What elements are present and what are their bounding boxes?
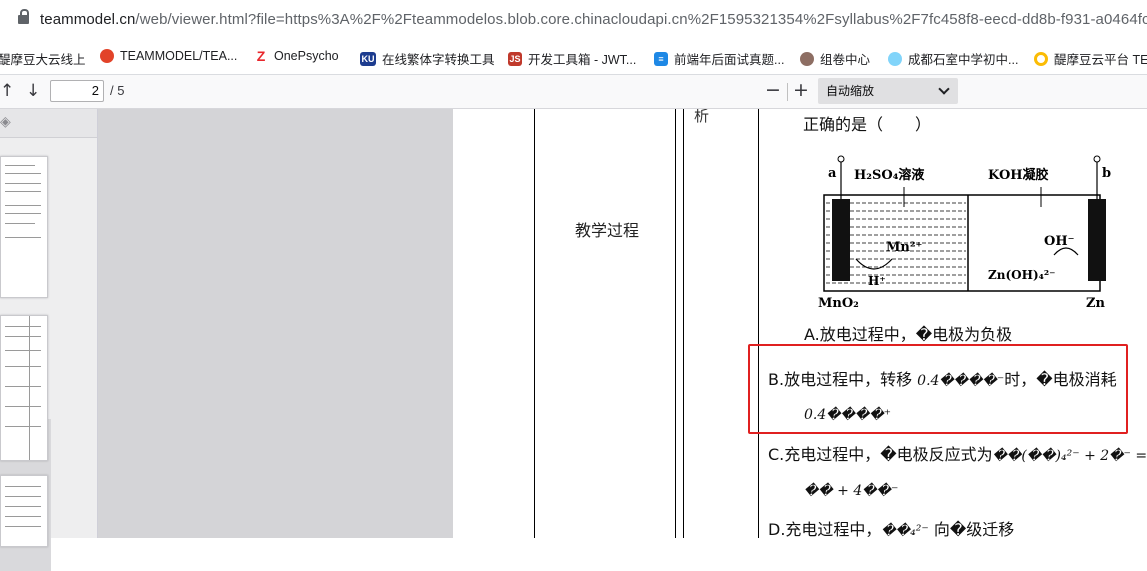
bookmark-3[interactable]: KU 在线繁体字转换工具 — [360, 49, 495, 68]
zn-complex-label: Zn(OH)₄²⁻ — [988, 268, 1055, 282]
option-b-text-end: 时，�电极消耗 — [1004, 370, 1117, 389]
table-border — [683, 109, 684, 538]
h-ion-label: H⁺ — [868, 274, 886, 288]
bookmark-label: 开发工具箱 - JWT... — [528, 53, 637, 67]
sidebar-header: ◈ — [0, 109, 97, 138]
lock-icon[interactable] — [18, 9, 29, 24]
pdf-viewer[interactable]: 教学过程 析 正确的是（ ） a b H₂SO₄溶液 KOH凝胶 Mn²⁺ H⁺… — [98, 109, 1147, 538]
option-b-math: 0.4����⁻ — [917, 373, 1005, 389]
cloud-icon — [888, 51, 902, 66]
url-text[interactable]: teammodel.cn/web/viewer.html?file=https%… — [40, 11, 1147, 28]
page-thumbnail-3[interactable] — [0, 475, 48, 547]
page-total: / 5 — [110, 83, 125, 98]
bookmark-8[interactable]: 醍摩豆云平台 TE — [1034, 49, 1147, 68]
page-thumbnail-1[interactable] — [0, 156, 48, 298]
previous-page-icon[interactable]: ↑ — [0, 81, 14, 101]
bookmark-label: 前端年后面试真题... — [674, 53, 785, 67]
option-b-line2: 0.4����⁺ — [804, 404, 891, 423]
layers-icon[interactable]: ◈ — [0, 114, 11, 130]
option-d-text: D.充电过程中， — [768, 520, 882, 538]
option-b-line1: B.放电过程中，转移 0.4����⁻时，�电极消耗 — [768, 366, 1117, 390]
bookmarks-bar: 醍摩豆大云线上 TEAMMODEL/TEA... Z OnePsycho KU 在线… — [0, 40, 1147, 75]
table-border — [675, 109, 676, 538]
bookmark-1[interactable]: TEAMMODEL/TEA... — [100, 49, 237, 63]
js-icon: JS — [508, 51, 522, 66]
option-b-text: B.放电过程中，转移 — [768, 370, 913, 389]
option-c-text: C.充电过程中，�电极反应式为 — [768, 445, 993, 464]
bookmark-5[interactable]: ≡ 前端年后面试真题... — [654, 49, 784, 68]
bookmark-6[interactable]: 组卷中心 — [800, 49, 870, 68]
next-page-icon[interactable]: ↓ — [26, 81, 40, 101]
bookmark-label: 在线繁体字转换工具 — [382, 53, 495, 67]
zoom-select-value: 自动缩放 — [826, 84, 875, 98]
mno2-label: MnO₂ — [818, 296, 859, 311]
option-c-math: ��(��)₄²⁻ + 2�⁻ = — [992, 448, 1147, 464]
bookmark-4[interactable]: JS 开发工具箱 - JWT... — [508, 49, 636, 68]
bookmark-2[interactable]: Z OnePsycho — [254, 49, 339, 63]
page-thumbnail-2[interactable] — [0, 315, 48, 461]
zoom-in-button[interactable]: + — [793, 79, 809, 101]
toolbar-separator — [787, 83, 788, 101]
column-fragment: 析 — [694, 109, 710, 125]
gitlab-icon — [100, 49, 114, 63]
bookmark-label: 醍摩豆云平台 TE — [1054, 53, 1147, 67]
oh-ion-label: OH⁻ — [1044, 234, 1074, 249]
zoom-out-button[interactable]: − — [765, 79, 781, 101]
left-solution-label: H₂SO₄溶液 — [854, 167, 924, 183]
url-path: /web/viewer.html?file=https%3A%2F%2Fteam… — [135, 11, 1147, 28]
question-tail: 正确的是（ ） — [803, 115, 932, 134]
mn-ion-label: Mn²⁺ — [886, 240, 922, 255]
bookmark-label: 组卷中心 — [820, 53, 871, 67]
pdf-toolbar: ↑ ↓ 2 / 5 − + 自动缩放 — [0, 75, 1147, 109]
table-border — [534, 109, 535, 538]
zn-label: Zn — [1086, 296, 1105, 311]
battery-diagram: a b H₂SO₄溶液 KOH凝胶 Mn²⁺ H⁺ OH⁻ Zn(OH)₄²⁻ … — [818, 155, 1111, 311]
ku-icon: KU — [360, 51, 376, 66]
owl-icon — [800, 51, 814, 66]
option-b-math-2: 0.4����⁺ — [804, 407, 892, 423]
bookmark-label: OnePsycho — [274, 49, 339, 63]
table-border — [758, 109, 759, 538]
bookmark-label: 成都石室中学初中... — [908, 53, 1019, 67]
electrode-b-label: b — [1102, 166, 1111, 181]
bookmark-label: 醍摩豆大云线上 — [0, 53, 86, 67]
thumbnail-sidebar: ◈ — [0, 109, 98, 571]
right-solution-label: KOH凝胶 — [988, 167, 1049, 183]
option-c-line2: �� + 4��⁻ — [804, 480, 898, 499]
option-a: A.放电过程中，�电极为负极 — [804, 325, 1013, 344]
option-d-text-end: 向�级迁移 — [933, 520, 1015, 538]
z-logo-icon: Z — [254, 49, 268, 63]
option-c-line1: C.充电过程中，�电极反应式为��(��)₄²⁻ + 2�⁻ = — [768, 441, 1147, 465]
option-c-math-2: �� + 4��⁻ — [804, 483, 899, 499]
address-bar[interactable]: teammodel.cn/web/viewer.html?file=https%… — [0, 0, 1147, 40]
zoom-select[interactable]: 自动缩放 — [818, 78, 958, 104]
chevron-down-icon — [938, 83, 950, 95]
bookmark-0[interactable]: 醍摩豆大云线上 — [0, 49, 86, 68]
bookmark-7[interactable]: 成都石室中学初中... — [888, 49, 1018, 68]
page-number-input[interactable]: 2 — [50, 80, 104, 102]
option-d: D.充电过程中，��₄²⁻ 向�级迁移 — [768, 516, 1014, 538]
option-d-math: ��₄²⁻ — [881, 523, 929, 538]
ring-icon — [1034, 51, 1048, 66]
electrode-a-label: a — [828, 166, 837, 181]
url-host: teammodel.cn — [40, 11, 136, 28]
row-label: 教学过程 — [575, 221, 640, 240]
list-icon: ≡ — [654, 51, 668, 66]
bookmark-label: TEAMMODEL/TEA... — [120, 49, 238, 63]
